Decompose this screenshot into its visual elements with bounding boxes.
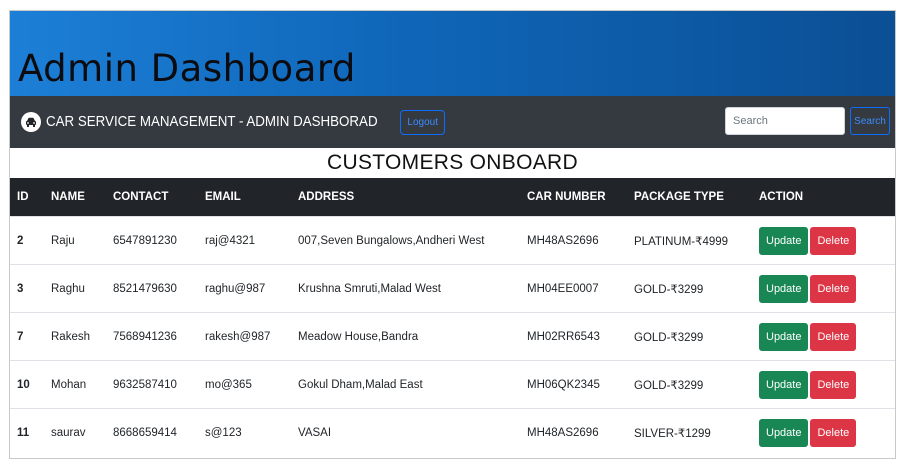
cell-car-number: MH04EE0007 [520,264,627,313]
cell-id: 7 [10,312,44,361]
cell-package: GOLD-₹3299 [627,360,752,409]
cell-name: Raghu [44,264,106,313]
header-car-number: CAR NUMBER [527,191,606,203]
cell-name: Rakesh [44,312,106,361]
cell-contact: 7568941236 [106,312,198,361]
cell-action: Update Delete [752,360,895,409]
cell-car-number: MH06QK2345 [520,360,627,409]
table-row: 2 Raju 6547891230 raj@4321 007,Seven Bun… [10,216,895,265]
cell-contact: 9632587410 [106,360,198,409]
cell-name: saurav [44,408,106,456]
table-row: 7 Rakesh 7568941236 rakesh@987 Meadow Ho… [10,312,895,361]
header-address: ADDRESS [298,191,355,203]
cell-address: Krushna Smruti,Malad West [291,264,520,313]
cell-car-number: MH48AS2696 [520,408,627,456]
cell-package: GOLD-₹3299 [627,312,752,361]
cell-action: Update Delete [752,408,895,456]
search-button[interactable]: Search [850,107,890,135]
table-header-row: ID NAME CONTACT EMAIL ADDRESS CAR NUMBER… [10,178,895,217]
cell-action: Update Delete [752,264,895,313]
update-button[interactable]: Update [759,226,809,255]
delete-button[interactable]: Delete [810,322,857,351]
cell-package: SILVER-₹1299 [627,408,752,456]
update-button[interactable]: Update [759,322,809,351]
navbar-brand[interactable]: CAR SERVICE MANAGEMENT - ADMIN DASHBORAD [46,114,378,130]
title-banner: Admin Dashboard [10,11,895,96]
search-input[interactable] [725,107,845,135]
cell-id: 3 [10,264,44,313]
delete-button[interactable]: Delete [810,274,857,303]
header-package-type: PACKAGE TYPE [634,191,724,203]
section-title: CUSTOMERS ONBOARD [327,151,578,174]
cell-package: GOLD-₹3299 [627,264,752,313]
slide-frame: Admin Dashboard CAR SERVICE MANAGEMENT -… [9,10,896,459]
cell-id: 2 [10,216,44,265]
cell-email: s@123 [198,408,291,456]
cell-contact: 8668659414 [106,408,198,456]
table-row: 3 Raghu 8521479630 raghu@987 Krushna Smr… [10,264,895,313]
cell-car-number: MH48AS2696 [520,216,627,265]
header-id: ID [17,191,29,203]
cell-email: rakesh@987 [198,312,291,361]
header-email: EMAIL [205,191,241,203]
update-button[interactable]: Update [759,274,809,303]
cell-car-number: MH02RR6543 [520,312,627,361]
header-name: NAME [51,191,85,203]
header-contact: CONTACT [113,191,169,203]
update-button[interactable]: Update [759,370,809,399]
cell-address: Meadow House,Bandra [291,312,520,361]
table-row: 10 Mohan 9632587410 mo@365 Gokul Dham,Ma… [10,360,895,409]
cell-email: raghu@987 [198,264,291,313]
cell-name: Raju [44,216,106,265]
table-row: 11 saurav 8668659414 s@123 VASAI MH48AS2… [10,408,895,456]
cell-contact: 6547891230 [106,216,198,265]
cell-id: 11 [10,408,44,456]
delete-button[interactable]: Delete [810,226,857,255]
page-title: Admin Dashboard [18,47,356,90]
car-icon[interactable] [21,112,41,132]
cell-address: 007,Seven Bungalows,Andheri West [291,216,520,265]
cell-package: PLATINUM-₹4999 [627,216,752,265]
cell-name: Mohan [44,360,106,409]
cell-id: 10 [10,360,44,409]
navbar: CAR SERVICE MANAGEMENT - ADMIN DASHBORAD… [10,96,895,148]
cell-email: raj@4321 [198,216,291,265]
cell-address: Gokul Dham,Malad East [291,360,520,409]
header-action: ACTION [759,191,804,203]
cell-address: VASAI [291,408,520,456]
cell-action: Update Delete [752,216,895,265]
delete-button[interactable]: Delete [810,370,857,399]
delete-button[interactable]: Delete [810,418,857,447]
cell-contact: 8521479630 [106,264,198,313]
update-button[interactable]: Update [759,418,809,447]
cell-email: mo@365 [198,360,291,409]
customers-table: ID NAME CONTACT EMAIL ADDRESS CAR NUMBER… [10,178,895,456]
cell-action: Update Delete [752,312,895,361]
logout-button[interactable]: Logout [400,109,446,135]
